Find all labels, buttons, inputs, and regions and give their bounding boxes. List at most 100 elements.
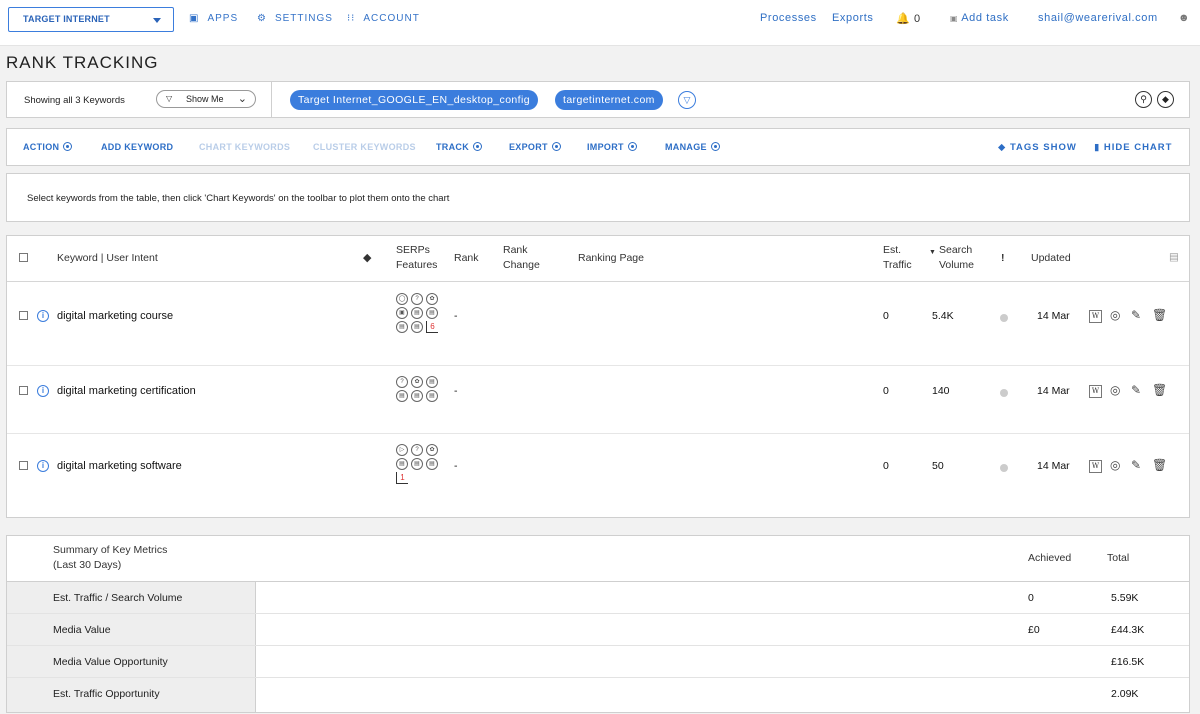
nav-apps[interactable]: ▣ APPS [189,13,238,24]
metric-achieved: 0 [1028,592,1034,604]
header-serps[interactable]: SERPs Features [396,243,444,273]
header-keyword[interactable]: Keyword | User Intent [57,251,158,266]
export-menu[interactable]: EXPORT [509,142,561,152]
keyword-table: Keyword | User Intent ◆ SERPs Features R… [6,235,1190,518]
header-updated[interactable]: Updated [1031,251,1071,266]
action-label: ACTION [23,142,60,152]
hide-chart-label: HIDE CHART [1103,142,1173,153]
list-icon: ▤ [411,321,423,333]
row-checkbox[interactable] [19,386,28,395]
nav-account[interactable]: ⁝⁝ ACCOUNT [347,13,420,24]
domain-chip[interactable]: targetinternet.com [555,90,663,110]
show-me-dropdown[interactable]: ▽ Show Me ⌄ [156,90,256,108]
tags-show-button[interactable]: ◆ TAGS SHOW [998,142,1077,153]
updated-value: 14 Mar [1037,310,1070,322]
chart-keywords-button[interactable]: CHART KEYWORDS [199,142,290,152]
add-task-label: Add task [961,12,1009,24]
dropdown-icon [63,142,73,151]
list-icon: ▤ [426,390,438,402]
page-title: RANK TRACKING [6,53,159,72]
config-chip[interactable]: Target Internet_GOOGLE_EN_desktop_config [290,90,538,110]
summary-panel: Summary of Key Metrics (Last 30 Days) Ac… [6,535,1190,713]
project-select-value: TARGET INTERNET [23,14,110,24]
info-icon[interactable]: i [37,460,49,472]
header-search-volume[interactable]: Search Volume [939,243,981,273]
table-row[interactable]: i digital marketing course ◯ ? ✿ ▣ ▤ ▤ ▤… [7,282,1189,366]
wikipedia-icon[interactable]: W [1089,310,1102,323]
info-icon[interactable]: i [37,310,49,322]
rank-value: - [454,460,458,472]
user-email[interactable]: shail@wearerival.com [1038,12,1158,24]
search-icon[interactable]: ⚲ [1135,91,1152,108]
action-menu[interactable]: ACTION [23,142,73,152]
row-checkbox[interactable] [19,461,28,470]
edit-icon[interactable]: ✎ [1131,458,1141,472]
est-traffic-value: 0 [883,460,889,472]
keyword-text[interactable]: digital marketing certification [57,385,196,397]
select-all-checkbox[interactable] [19,253,28,262]
metric-total: 5.59K [1111,592,1139,604]
filter-bar: Showing all 3 Keywords ▽ Show Me ⌄ Targe… [6,81,1190,118]
table-row[interactable]: i digital marketing certification ? ✿ ▤ … [7,366,1189,434]
exports-link[interactable]: Exports [832,12,874,24]
header-ranking-page[interactable]: Ranking Page [578,251,644,266]
updated-value: 14 Mar [1037,460,1070,472]
add-keyword-button[interactable]: ADD KEYWORD [101,142,173,152]
summary-row: Media Value £0 £44.3K [7,614,1189,646]
header-rank-change[interactable]: Rank Change [503,243,547,273]
serp-features: ? ✿ ▤ ▤ ▤ ▤ [396,376,446,402]
hide-chart-button[interactable]: ▮ HIDE CHART [1094,142,1172,153]
import-menu[interactable]: IMPORT [587,142,637,152]
toolbar: ACTION ADD KEYWORD CHART KEYWORDS CLUSTE… [6,128,1190,166]
tag-icon[interactable]: ◆ [363,251,371,266]
processes-link[interactable]: Processes [760,12,817,24]
trash-icon[interactable]: 🗑 [1152,383,1167,397]
leaf-icon: ✿ [426,444,438,456]
total-header: Total [1107,552,1130,564]
serp-more-count[interactable]: 6 [426,321,438,333]
cluster-keywords-button[interactable]: CLUSTER KEYWORDS [313,142,416,152]
header-rank[interactable]: Rank [454,251,479,266]
metric-total: £16.5K [1111,656,1145,668]
keyword-text[interactable]: digital marketing software [57,460,182,472]
wikipedia-icon[interactable]: W [1089,460,1102,473]
serp-more-count[interactable]: 1 [396,472,408,484]
table-row[interactable]: i digital marketing software ▷ ? ✿ ▤ ▤ ▤… [7,434,1189,518]
history-icon[interactable]: ◎ [1110,308,1120,322]
row-checkbox[interactable] [19,311,28,320]
tag-icon[interactable]: ◆ [1157,91,1174,108]
header-est-traffic[interactable]: Est. Traffic [883,243,919,273]
image-icon: ▣ [396,307,408,319]
manage-label: MANAGE [665,142,707,152]
rank-value: - [454,310,458,322]
chevron-down-icon: ⌄ [237,93,247,105]
trash-icon[interactable]: 🗑 [1152,308,1167,322]
edit-icon[interactable]: ✎ [1131,308,1141,322]
status-dot [1000,389,1008,397]
updated-value: 14 Mar [1037,385,1070,397]
serp-features: ▷ ? ✿ ▤ ▤ ▤ 1 [396,444,446,484]
filter-icon: ▽ [166,94,173,103]
tags-show-label: TAGS SHOW [1009,142,1077,153]
list-icon: ▤ [426,376,438,388]
keyword-text[interactable]: digital marketing course [57,310,173,322]
wikipedia-icon[interactable]: W [1089,385,1102,398]
add-task-button[interactable]: ▣ Add task [950,12,1009,24]
edit-icon[interactable]: ✎ [1131,383,1141,397]
notifications-button[interactable]: 🔔 0 [896,12,921,25]
metric-label: Media Value [7,614,256,645]
history-icon[interactable]: ◎ [1110,458,1120,472]
track-label: TRACK [436,142,469,152]
trash-icon[interactable]: 🗑 [1152,458,1167,472]
info-icon[interactable]: i [37,385,49,397]
achieved-header: Achieved [1028,552,1072,564]
manage-menu[interactable]: MANAGE [665,142,720,152]
history-icon[interactable]: ◎ [1110,383,1120,397]
search-volume-value: 140 [932,385,950,397]
user-menu-icon[interactable]: ☻ [1178,12,1190,24]
project-select[interactable]: TARGET INTERNET [8,7,174,32]
filter-icon[interactable]: ▽ [678,91,696,109]
columns-icon[interactable]: ▤ [1169,250,1179,265]
track-menu[interactable]: TRACK [436,142,482,152]
nav-settings[interactable]: ⚙ SETTINGS [257,13,333,24]
